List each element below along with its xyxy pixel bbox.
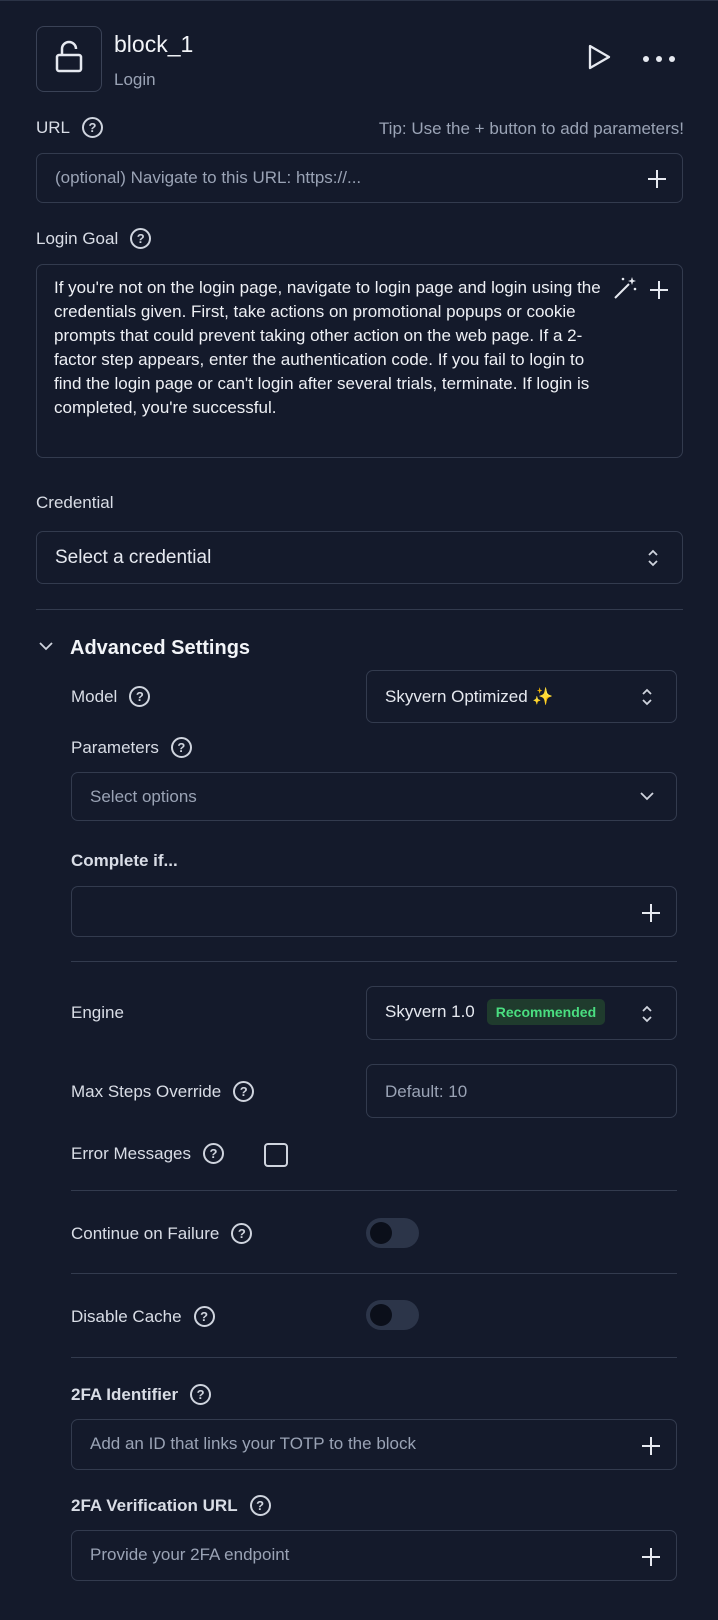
help-icon[interactable]: ?	[193, 1306, 215, 1327]
section-divider	[71, 1357, 677, 1358]
login-goal-text: If you're not on the login page, navigat…	[54, 278, 601, 417]
add-parameter-plus-icon[interactable]	[648, 279, 670, 301]
chevron-down-icon	[638, 789, 656, 808]
chevron-up-down-icon	[640, 1004, 654, 1024]
section-divider	[71, 1273, 677, 1274]
help-icon[interactable]: ?	[233, 1081, 255, 1102]
section-divider	[71, 1190, 677, 1191]
recommended-badge: Recommended	[486, 999, 606, 1025]
parameters-label: Parameters	[71, 737, 159, 757]
chevron-down-icon	[36, 639, 56, 658]
model-label-row: Model ?	[71, 686, 151, 707]
credential-value: Select a credential	[55, 547, 212, 568]
engine-value: Skyvern 1.0	[385, 1002, 475, 1021]
block-type-label: Login	[114, 70, 156, 89]
block-title: block_1	[114, 31, 194, 57]
disable-cache-label-row: Disable Cache ?	[71, 1306, 215, 1327]
help-icon[interactable]: ?	[82, 117, 104, 138]
play-icon	[586, 43, 612, 76]
max-steps-input[interactable]: Default: 10	[366, 1064, 677, 1118]
parameters-multiselect[interactable]: Select options	[71, 772, 677, 821]
twofa-url-label: 2FA Verification URL	[71, 1495, 238, 1515]
continue-on-failure-toggle[interactable]	[366, 1218, 419, 1248]
url-input[interactable]: (optional) Navigate to this URL: https:/…	[36, 153, 683, 203]
max-steps-placeholder: Default: 10	[385, 1082, 468, 1101]
more-options-button[interactable]	[640, 43, 678, 75]
disable-cache-toggle[interactable]	[366, 1300, 419, 1330]
error-messages-checkbox[interactable]	[264, 1143, 288, 1167]
twofa-identifier-input[interactable]: Add an ID that links your TOTP to the bl…	[71, 1419, 677, 1470]
model-value: Skyvern Optimized ✨	[385, 687, 554, 706]
twofa-identifier-placeholder: Add an ID that links your TOTP to the bl…	[90, 1434, 417, 1453]
help-icon[interactable]: ?	[190, 1384, 212, 1405]
engine-select[interactable]: Skyvern 1.0 Recommended	[366, 986, 677, 1040]
help-icon[interactable]: ?	[129, 686, 151, 707]
advanced-settings-toggle[interactable]: Advanced Settings	[36, 637, 250, 660]
url-label-row: URL ?	[36, 117, 104, 138]
run-block-button[interactable]	[583, 43, 615, 75]
continue-on-failure-label-row: Continue on Failure ?	[71, 1223, 253, 1244]
toggle-knob	[370, 1222, 392, 1244]
advanced-settings-title: Advanced Settings	[70, 637, 251, 659]
help-icon[interactable]: ?	[231, 1223, 253, 1244]
login-goal-label-row: Login Goal ?	[36, 228, 152, 249]
continue-on-failure-label: Continue on Failure	[71, 1223, 220, 1243]
error-messages-label: Error Messages	[71, 1143, 191, 1163]
toggle-knob	[370, 1304, 392, 1326]
chevron-up-down-icon	[646, 548, 660, 568]
chevron-up-down-icon	[640, 687, 654, 707]
model-select[interactable]: Skyvern Optimized ✨	[366, 670, 677, 723]
parameters-placeholder: Select options	[90, 787, 197, 806]
help-icon[interactable]: ?	[202, 1143, 224, 1164]
disable-cache-label: Disable Cache	[71, 1306, 182, 1326]
magic-wand-icon[interactable]	[612, 275, 638, 306]
more-icon	[642, 50, 676, 68]
help-icon[interactable]: ?	[170, 737, 192, 758]
url-label: URL	[36, 117, 71, 137]
help-icon[interactable]: ?	[130, 228, 152, 249]
help-icon[interactable]: ?	[249, 1495, 271, 1516]
add-parameter-plus-icon[interactable]	[640, 1435, 662, 1457]
engine-label: Engine	[71, 1003, 124, 1022]
add-parameter-plus-icon[interactable]	[640, 1546, 662, 1568]
engine-value-row: Skyvern 1.0 Recommended	[385, 999, 606, 1025]
add-parameter-plus-icon[interactable]	[640, 902, 662, 924]
complete-if-label: Complete if...	[71, 851, 178, 870]
model-label: Model	[71, 686, 118, 706]
parameters-label-row: Parameters ?	[71, 737, 192, 758]
credential-label: Credential	[36, 493, 114, 512]
twofa-url-label-row: 2FA Verification URL ?	[71, 1495, 271, 1516]
twofa-url-placeholder: Provide your 2FA endpoint	[90, 1545, 290, 1564]
lock-icon	[54, 40, 84, 79]
error-messages-label-row: Error Messages ?	[71, 1143, 224, 1164]
twofa-identifier-label-row: 2FA Identifier ?	[71, 1384, 212, 1405]
add-parameter-plus-icon[interactable]	[646, 168, 668, 190]
complete-if-input[interactable]	[71, 886, 677, 937]
twofa-identifier-label: 2FA Identifier	[71, 1384, 179, 1404]
credential-select[interactable]: Select a credential	[36, 531, 683, 584]
url-tip: Tip: Use the + button to add parameters!	[378, 119, 684, 138]
url-placeholder: (optional) Navigate to this URL: https:/…	[55, 168, 362, 187]
block-icon-box	[36, 26, 102, 92]
section-divider	[71, 961, 677, 962]
section-divider	[36, 609, 683, 610]
block-panel: block_1 Login URL ? Tip: Use the + butto…	[0, 0, 718, 1620]
max-steps-label: Max Steps Override	[71, 1081, 222, 1101]
twofa-url-input[interactable]: Provide your 2FA endpoint	[71, 1530, 677, 1581]
login-goal-label: Login Goal	[36, 228, 119, 248]
max-steps-label-row: Max Steps Override ?	[71, 1081, 255, 1102]
